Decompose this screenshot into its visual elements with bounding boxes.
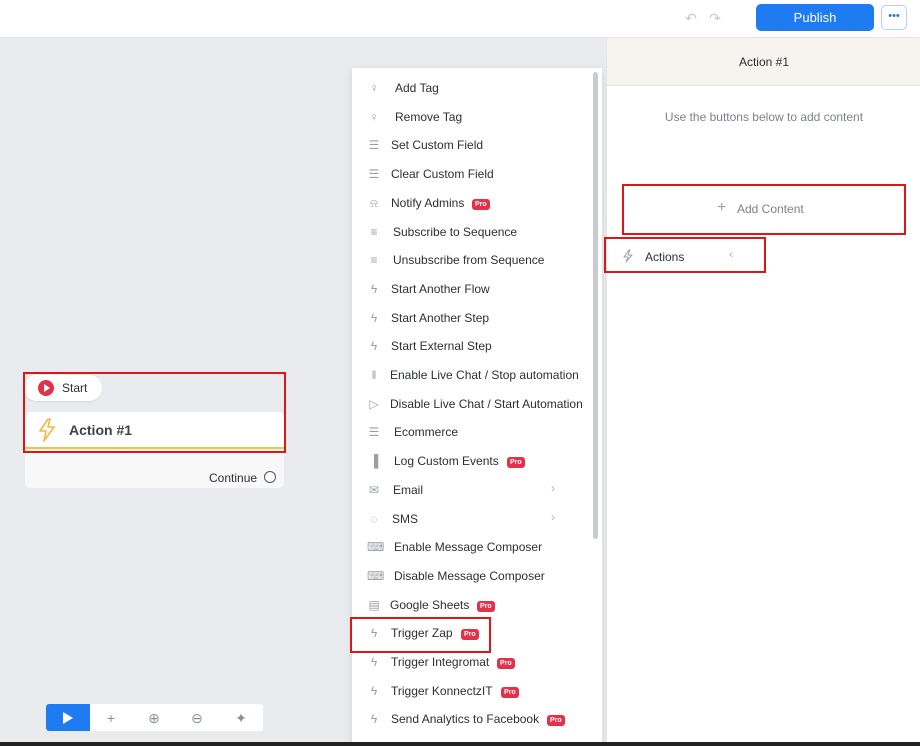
menu-item[interactable]: ≡ Unsubscribe from Sequence	[352, 247, 592, 275]
add-icon[interactable]: +	[101, 708, 121, 728]
bolt-icon: ϟ	[370, 339, 378, 354]
menu-item[interactable]: ϟ Trigger Integromat Pro	[352, 649, 592, 677]
chevron-right-icon: ›	[551, 509, 555, 524]
play-outline-icon: ▷	[369, 396, 379, 411]
menu-item-label: Email	[393, 482, 424, 497]
bell-icon: ⍾	[370, 195, 378, 210]
pro-badge: Pro	[547, 715, 565, 727]
menu-item[interactable]: ✉ Email ›	[352, 477, 592, 505]
zoom-in-icon[interactable]: ⊕	[144, 708, 164, 728]
menu-item[interactable]: ϟ Trigger KonnectzIT Pro	[352, 678, 592, 706]
sequence-icon: ≡	[370, 253, 378, 268]
database-icon: ☰	[368, 138, 380, 153]
menu-item[interactable]: ‖ Enable Live Chat / Stop automation	[352, 362, 592, 390]
auto-arrange-icon[interactable]: ✦	[231, 708, 251, 728]
bar-chart-icon: ▐	[369, 454, 379, 469]
menu-item[interactable]: ≡ Subscribe to Sequence	[352, 219, 592, 247]
menu-item[interactable]: ▤ Google Sheets Pro	[352, 592, 592, 620]
tag-user-icon: ♀	[369, 81, 379, 95]
menu-item-label: Send Analytics to Facebook	[391, 712, 540, 727]
menu-item[interactable]: ☰ Set Custom Field	[352, 132, 592, 160]
bolt-icon: ϟ	[370, 655, 378, 669]
panel-hint: Use the buttons below to add content	[664, 110, 864, 124]
menu-item-label: Start Another Flow	[391, 281, 490, 296]
chat-bubble-icon: ◌	[370, 511, 378, 526]
preview-play-button[interactable]	[46, 704, 90, 731]
menu-item-label: Set Custom Field	[391, 138, 484, 153]
menu-item[interactable]: ⍾ Notify Admins Pro	[352, 190, 592, 218]
bolt-icon: ϟ	[370, 712, 378, 727]
envelope-icon: ✉	[368, 482, 380, 497]
bolt-icon: ϟ	[370, 683, 378, 698]
sheet-icon: ▤	[368, 597, 380, 612]
menu-item-label: Enable Message Composer	[394, 540, 543, 555]
menu-item-label: Ecommerce	[394, 425, 459, 440]
keyboard-icon: ⌨	[367, 540, 385, 555]
menu-item-label: Google Sheets	[390, 597, 470, 612]
undo-icon[interactable]: ↶	[683, 10, 699, 26]
menu-item[interactable]: ☰ Clear Custom Field	[352, 161, 592, 189]
chevron-right-icon: ›	[551, 480, 555, 495]
pro-badge: Pro	[472, 198, 490, 210]
menu-item-label: Start Another Step	[391, 310, 490, 325]
top-bar: ↶ ↷ Publish •••	[0, 0, 920, 38]
menu-scrollbar[interactable]	[593, 72, 598, 539]
redo-icon[interactable]: ↷	[707, 10, 723, 26]
menu-item-label: Notify Admins	[391, 195, 465, 210]
keyboard-icon: ⌨	[367, 568, 385, 583]
menu-item[interactable]: ▐ Log Custom Events Pro	[352, 448, 592, 476]
bottom-border	[0, 742, 920, 746]
pause-icon: ‖	[371, 368, 377, 382]
sequence-icon: ≡	[370, 224, 378, 239]
menu-item-label: Trigger KonnectzIT	[391, 683, 493, 698]
menu-item-label: Disable Message Composer	[394, 568, 545, 583]
more-options-button[interactable]: •••	[881, 5, 907, 30]
panel-header: Action #1	[607, 38, 920, 86]
menu-item[interactable]: ϟ Send Analytics to Facebook Pro	[352, 706, 592, 734]
menu-item[interactable]: ϟ Start External Step	[352, 333, 592, 361]
menu-item[interactable]: ▷ Disable Live Chat / Start Automation	[352, 391, 592, 419]
menu-item[interactable]: ϟ Start Another Flow	[352, 276, 592, 304]
menu-item-label: Unsubscribe from Sequence	[393, 253, 545, 268]
menu-item-label: Remove Tag	[395, 109, 463, 124]
bolt-icon: ϟ	[370, 281, 378, 296]
menu-item[interactable]: ⌨ Enable Message Composer	[352, 534, 592, 562]
pro-badge: Pro	[501, 686, 519, 698]
canvas-toolbar: + ⊕ ⊖ ✦	[46, 704, 263, 731]
cart-icon: ☰	[368, 425, 380, 440]
menu-item-label: SMS	[392, 511, 419, 526]
highlight-action-node	[23, 372, 286, 453]
highlight-add-content	[622, 184, 906, 235]
menu-item[interactable]: ◌ SMS ›	[352, 506, 592, 534]
pro-badge: Pro	[477, 600, 495, 612]
menu-item[interactable]: ♀ Add Tag	[352, 75, 592, 103]
menu-item[interactable]: ⌨ Disable Message Composer	[352, 563, 592, 591]
menu-item-label: Trigger Integromat	[391, 655, 490, 669]
menu-item-label: Start External Step	[391, 339, 492, 354]
tag-user-icon: ♀	[369, 109, 379, 124]
database-icon: ☰	[368, 167, 380, 182]
pro-badge: Pro	[497, 658, 515, 669]
zoom-out-icon[interactable]: ⊖	[187, 708, 207, 728]
menu-item-label: Add Tag	[395, 81, 439, 95]
highlight-trigger-zap	[350, 617, 491, 653]
highlight-actions	[604, 237, 766, 273]
menu-item-label: Log Custom Events	[394, 454, 499, 469]
panel-title: Action #1	[738, 55, 790, 69]
bolt-icon: ϟ	[370, 310, 378, 325]
menu-item[interactable]: ♀ Remove Tag	[352, 104, 592, 132]
menu-item[interactable]: ϟ Start Another Step	[352, 305, 592, 333]
menu-item-label: Enable Live Chat / Stop automation	[390, 368, 579, 382]
menu-item-label: Subscribe to Sequence	[393, 224, 518, 239]
menu-item[interactable]: ☰ Ecommerce	[352, 419, 592, 447]
step-panel: Action #1 Use the buttons below to add c…	[606, 38, 920, 746]
menu-item-label: Clear Custom Field	[391, 167, 494, 182]
pro-badge: Pro	[507, 457, 525, 469]
publish-button[interactable]: Publish	[756, 4, 874, 31]
menu-item-label: Disable Live Chat / Start Automation	[390, 396, 583, 411]
continue-port[interactable]	[264, 471, 276, 483]
continue-label: Continue	[209, 471, 258, 485]
